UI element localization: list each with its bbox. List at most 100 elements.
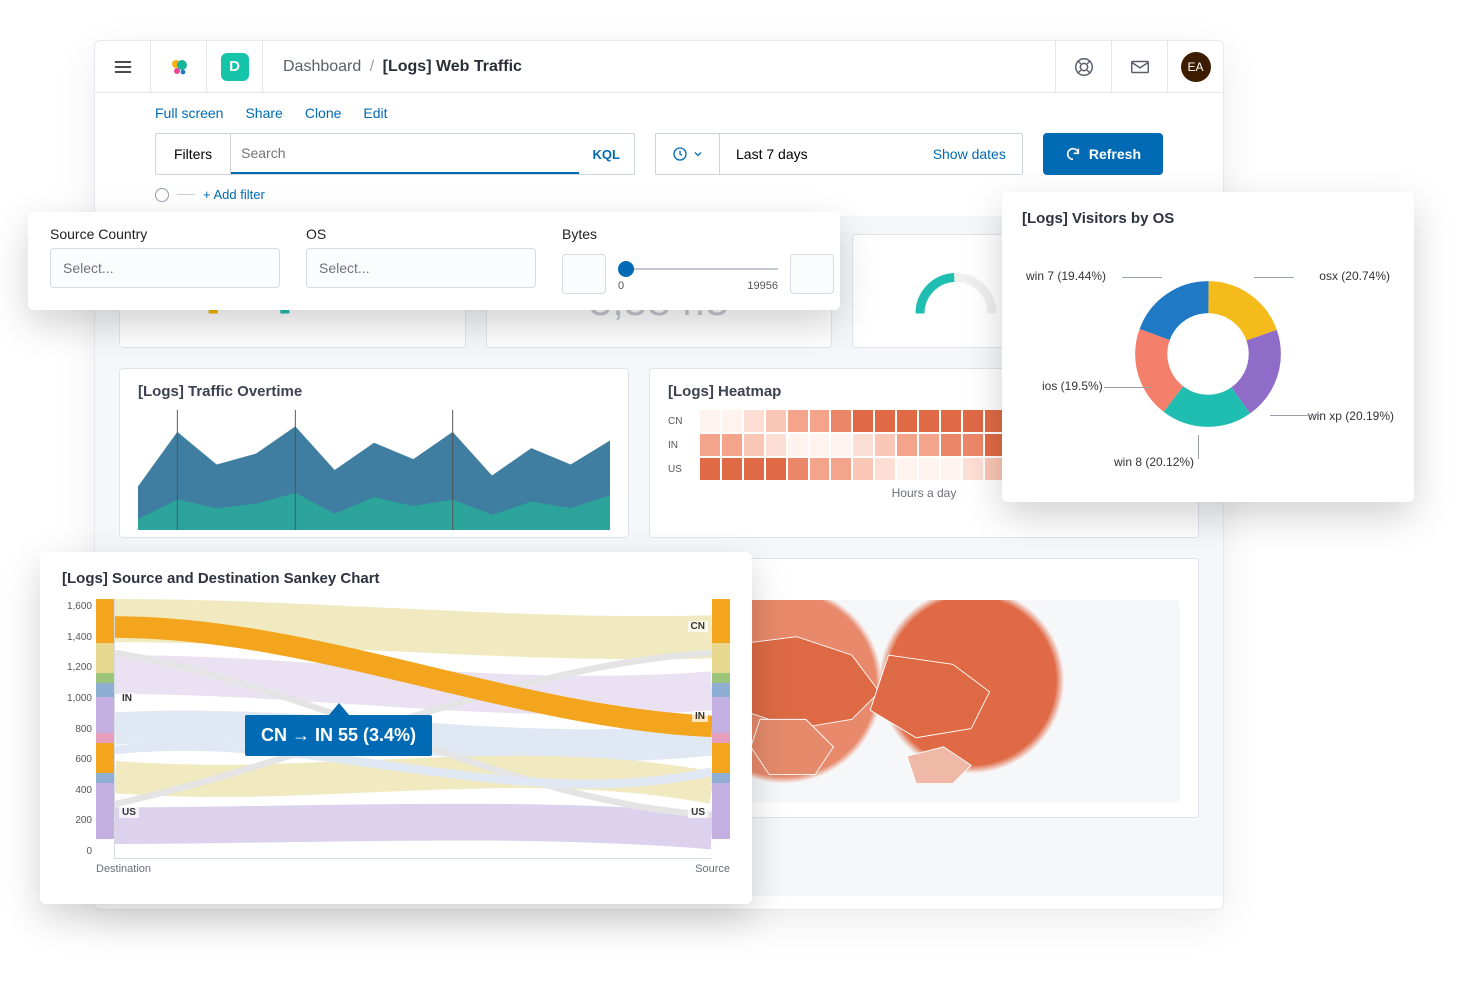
sankey-src-label: Source: [695, 863, 730, 875]
edit-link[interactable]: Edit: [363, 105, 387, 121]
help-button[interactable]: [1055, 41, 1111, 92]
heatmap-cell: [853, 434, 873, 456]
heatmap-ylabel: CN: [668, 410, 698, 432]
filter-controls-card: Source Country Select... OS Select... By…: [28, 212, 840, 310]
share-link[interactable]: Share: [245, 105, 282, 121]
heatmap-cell: [766, 458, 786, 480]
donut-label-win7: win 7 (19.44%): [1026, 269, 1106, 283]
sankey-plot[interactable]: IN US CN IN US CN → IN 55 (3.4%): [114, 599, 712, 859]
heatmap-cell: [963, 410, 983, 432]
source-country-label: Source Country: [50, 226, 280, 242]
breadcrumb: Dashboard / [Logs] Web Traffic: [263, 58, 1055, 76]
menu-button[interactable]: [95, 41, 151, 92]
top-bar: D Dashboard / [Logs] Web Traffic EA: [95, 41, 1223, 93]
source-country-control: Source Country Select...: [50, 226, 280, 296]
node-right-cn: CN: [688, 621, 708, 632]
traffic-chart: [138, 410, 610, 530]
heatmap-cell: [700, 458, 720, 480]
heatmap-cell: [788, 410, 808, 432]
heatmap-cell: [853, 458, 873, 480]
date-picker[interactable]: Last 7 days Show dates: [655, 133, 1023, 175]
donut-title: [Logs] Visitors by OS: [1022, 210, 1394, 227]
sankey-left-nodes: [96, 599, 114, 859]
donut-chart: win 7 (19.44%) osx (20.74%) win xp (20.1…: [1022, 239, 1394, 469]
heatmap-cell: [722, 410, 742, 432]
bytes-slider[interactable]: 0 19956: [618, 248, 778, 294]
bytes-max-input[interactable]: [790, 254, 834, 294]
bytes-max: 19956: [747, 280, 778, 292]
gauge-3: [911, 256, 1001, 326]
traffic-title: [Logs] Traffic Overtime: [138, 383, 610, 400]
bytes-min-input[interactable]: [562, 254, 606, 294]
sankey-right-nodes: [712, 599, 730, 859]
user-avatar: EA: [1181, 52, 1211, 82]
heatmap-cell: [700, 434, 720, 456]
chevron-down-icon: [692, 148, 704, 160]
clone-link[interactable]: Clone: [305, 105, 342, 121]
heatmap-cell: [744, 410, 764, 432]
donut-card: [Logs] Visitors by OS win 7 (19.44%) osx…: [1002, 192, 1414, 502]
query-row: Filters KQL Last 7 days Show dates Refre…: [95, 133, 1223, 187]
heatmap-cell: [919, 410, 939, 432]
inbox-button[interactable]: [1111, 41, 1167, 92]
full-screen-link[interactable]: Full screen: [155, 105, 223, 121]
bytes-label: Bytes: [562, 226, 834, 242]
heatmap-cell: [919, 458, 939, 480]
heatmap-cell: [831, 458, 851, 480]
app-switcher[interactable]: D: [207, 41, 263, 92]
heatmap-cell: [722, 434, 742, 456]
heatmap-cell: [788, 434, 808, 456]
sankey-footer: Destination Source: [62, 863, 730, 875]
heatmap-cell: [919, 434, 939, 456]
filter-search: Filters KQL: [155, 133, 635, 175]
bytes-control: Bytes 0 19956: [562, 226, 834, 296]
refresh-button[interactable]: Refresh: [1043, 133, 1163, 175]
node-left-us: US: [119, 807, 139, 818]
heatmap-cell: [700, 410, 720, 432]
dashboard-actions: Full screen Share Clone Edit: [95, 93, 1223, 133]
sankey-tooltip: CN → IN 55 (3.4%): [245, 715, 432, 756]
kql-toggle[interactable]: KQL: [579, 134, 634, 174]
bytes-min: 0: [618, 280, 624, 292]
source-country-select[interactable]: Select...: [50, 248, 280, 288]
heatmap-cell: [941, 434, 961, 456]
os-label: OS: [306, 226, 536, 242]
sankey-dest-label: Destination: [96, 863, 151, 875]
os-select[interactable]: Select...: [306, 248, 536, 288]
elastic-icon: [167, 55, 191, 79]
clock-icon: [672, 146, 688, 162]
donut-label-ios: ios (19.5%): [1042, 379, 1103, 393]
node-right-in: IN: [692, 711, 708, 722]
heatmap-cell: [963, 458, 983, 480]
slider-knob[interactable]: [618, 261, 634, 277]
node-right-us: US: [688, 807, 708, 818]
top-icon-group: EA: [1055, 41, 1223, 92]
heatmap-cell: [853, 410, 873, 432]
sankey-tooltip-text: CN → IN 55 (3.4%): [261, 725, 416, 745]
heatmap-cell: [831, 410, 851, 432]
heatmap-cell: [941, 458, 961, 480]
heatmap-cell: [722, 458, 742, 480]
lifebuoy-icon: [1073, 56, 1095, 78]
date-quick-button[interactable]: [656, 134, 720, 174]
filter-chip-handle[interactable]: [155, 188, 169, 202]
heatmap-cell: [831, 434, 851, 456]
show-dates-link[interactable]: Show dates: [917, 146, 1022, 162]
breadcrumb-root[interactable]: Dashboard: [283, 58, 361, 75]
traffic-panel: [Logs] Traffic Overtime: [119, 368, 629, 538]
refresh-label: Refresh: [1089, 146, 1141, 162]
heatmap-cell: [875, 410, 895, 432]
heatmap-cell: [963, 434, 983, 456]
heatmap-cell: [766, 434, 786, 456]
heatmap-cell: [875, 458, 895, 480]
filters-label[interactable]: Filters: [156, 134, 231, 174]
breadcrumb-separator: /: [370, 58, 374, 75]
search-input[interactable]: [231, 134, 578, 172]
search-input-wrap: [231, 134, 578, 174]
heatmap-cell: [897, 458, 917, 480]
heatmap-cell: [810, 410, 830, 432]
brand-logo[interactable]: [151, 41, 207, 92]
user-menu[interactable]: EA: [1167, 41, 1223, 92]
app-letter-badge: D: [221, 53, 249, 81]
add-filter-link[interactable]: + Add filter: [203, 187, 265, 202]
